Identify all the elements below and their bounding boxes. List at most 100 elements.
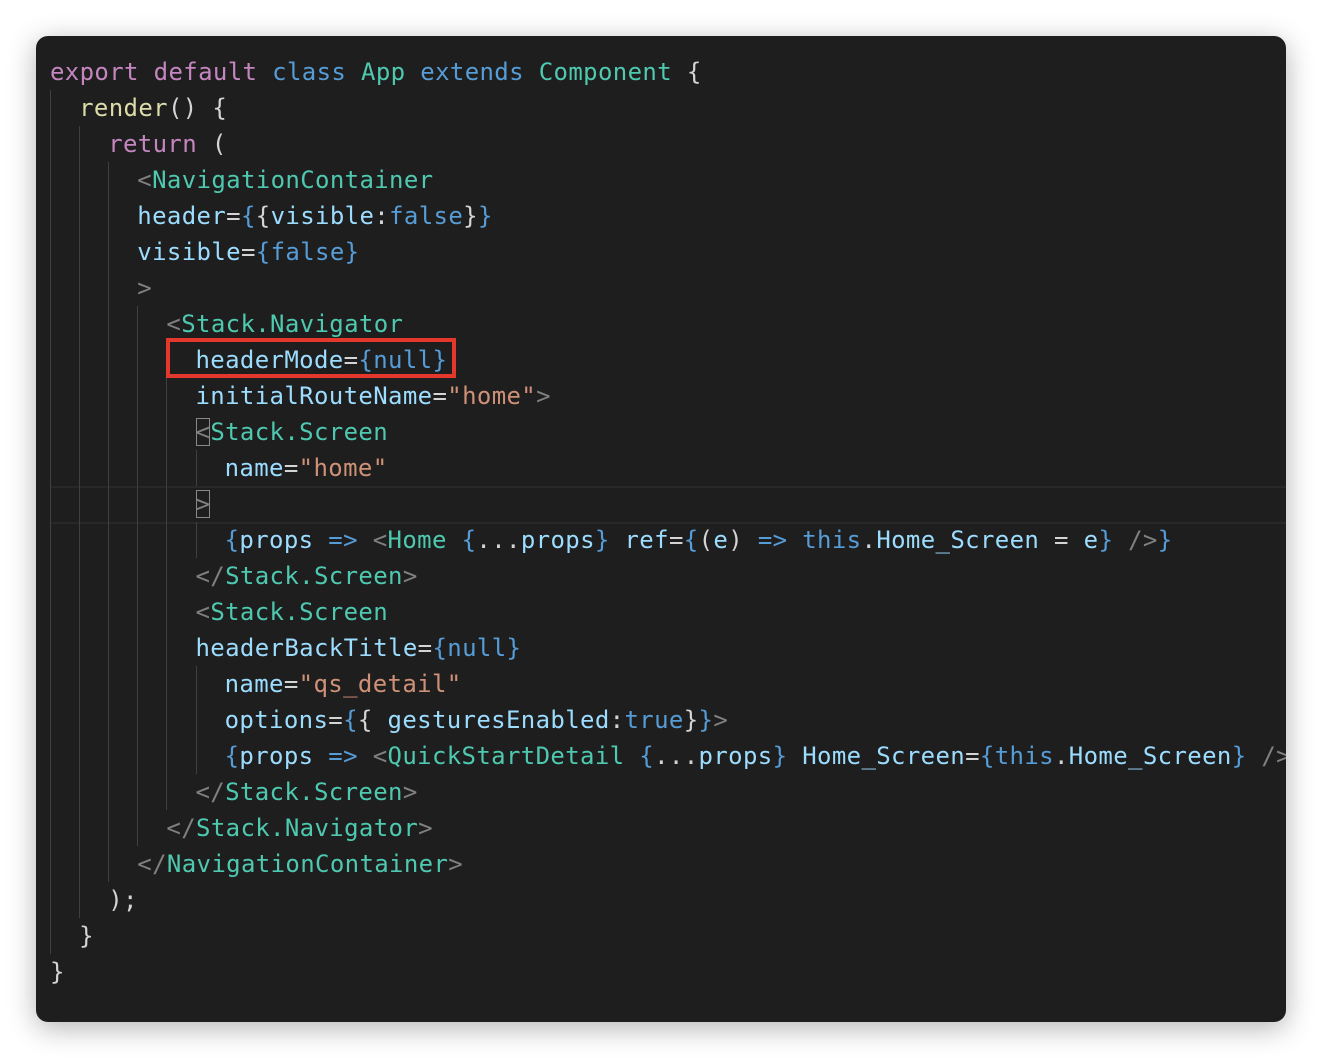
code-line-content: } (79, 922, 94, 950)
code-token: /> (1128, 526, 1158, 554)
code-line-content: <NavigationContainer (137, 166, 433, 194)
code-token: /> (1261, 742, 1286, 770)
indent-guide (50, 558, 51, 594)
code-token: { (343, 706, 358, 734)
code-token: < (372, 526, 388, 554)
code-token: {this (979, 742, 1054, 770)
code-token: name (224, 454, 284, 482)
code-token: App (361, 58, 406, 86)
indent-guide (108, 666, 110, 702)
code-token: > (713, 706, 729, 734)
code-token: > (418, 814, 433, 842)
code-line-content: headerBackTitle={null} (196, 634, 522, 662)
code-token: = (226, 202, 241, 230)
indent-guide (137, 630, 139, 666)
code-line: {props => <Home {...props} ref={(e) => t… (50, 522, 1286, 558)
code-editor-window: export default class App extends Compone… (36, 36, 1286, 1022)
indent-guide (108, 414, 110, 450)
indent-guide (108, 342, 110, 378)
indent-guide (79, 342, 81, 378)
indent-guide (79, 306, 81, 342)
indent-guide (137, 450, 139, 486)
code-token: {null} (358, 346, 448, 374)
code-token: Stack.Screen (225, 562, 403, 590)
code-token: e (713, 526, 729, 554)
indent-guide (108, 558, 110, 594)
indent-guide (166, 738, 168, 774)
code-line: render() { (50, 90, 1286, 126)
code-token: Stack.Screen (210, 418, 389, 446)
code-token: { (357, 706, 388, 734)
code-token: "home" (447, 382, 537, 410)
indent-guide (79, 486, 81, 522)
code-token: props (239, 526, 314, 554)
code-token: = (965, 742, 980, 770)
code-token: < (195, 418, 211, 446)
code-line-content: {props => <QuickStartDetail {...props} H… (225, 742, 1286, 770)
code-line-content: name="qs_detail" (225, 670, 462, 698)
code-line-content: <Stack.Navigator (166, 310, 403, 338)
code-token: </ (195, 562, 226, 590)
code-token: NavigationContainer (152, 166, 434, 194)
code-token: </ (195, 778, 226, 806)
code-token: } (477, 202, 493, 230)
code-token: options (224, 706, 329, 734)
indent-guide (50, 450, 51, 486)
indent-guide (166, 702, 168, 738)
indent-guide (79, 810, 81, 846)
code-line: > (50, 486, 1286, 522)
code-token: name (224, 670, 284, 698)
code-line-content: > (137, 274, 152, 302)
indent-guide (50, 414, 51, 450)
indent-guide (79, 738, 81, 774)
code-line: {props => <QuickStartDetail {...props} H… (50, 738, 1286, 774)
code-token: } (463, 202, 478, 230)
code-token: } (1157, 526, 1173, 554)
code-token: => (328, 526, 358, 554)
indent-guide (137, 774, 139, 810)
indent-guide (166, 414, 168, 450)
code-token: {false} (255, 238, 360, 266)
code-area[interactable]: export default class App extends Compone… (50, 54, 1286, 990)
code-token: () { (167, 94, 228, 122)
indent-guide (137, 666, 139, 702)
code-line: </Stack.Screen> (50, 558, 1286, 594)
indent-guide (79, 594, 81, 630)
indent-guide (50, 342, 51, 378)
code-token: props (520, 526, 595, 554)
code-line: </NavigationContainer> (50, 846, 1286, 882)
indent-guide (108, 738, 110, 774)
code-token: ... (476, 526, 521, 554)
indent-guide (50, 126, 51, 162)
code-token: = (668, 526, 684, 554)
indent-guide (195, 702, 197, 738)
indent-guide (79, 558, 81, 594)
code-line: } (50, 954, 1286, 990)
code-line: options={{ gesturesEnabled:true}}> (50, 702, 1286, 738)
indent-guide (79, 198, 81, 234)
code-token: e (1083, 526, 1099, 554)
indent-guide (79, 846, 81, 882)
code-token: => (757, 526, 788, 554)
code-line-content: return ( (108, 130, 226, 158)
code-token: : (374, 202, 390, 230)
indent-guide (195, 522, 197, 558)
indent-guide (79, 666, 81, 702)
code-line: name="qs_detail" (50, 666, 1286, 702)
code-line: visible={false} (50, 234, 1286, 270)
indent-guide (50, 810, 51, 846)
code-token: . (1053, 742, 1069, 770)
code-line-content: } (50, 958, 65, 986)
code-token: props (239, 742, 314, 770)
code-token: = (417, 634, 433, 662)
indent-guide (50, 594, 51, 630)
indent-guide (79, 702, 81, 738)
code-token: "qs_detail" (298, 670, 462, 698)
code-token: visible (270, 202, 375, 230)
indent-guide (137, 810, 139, 846)
